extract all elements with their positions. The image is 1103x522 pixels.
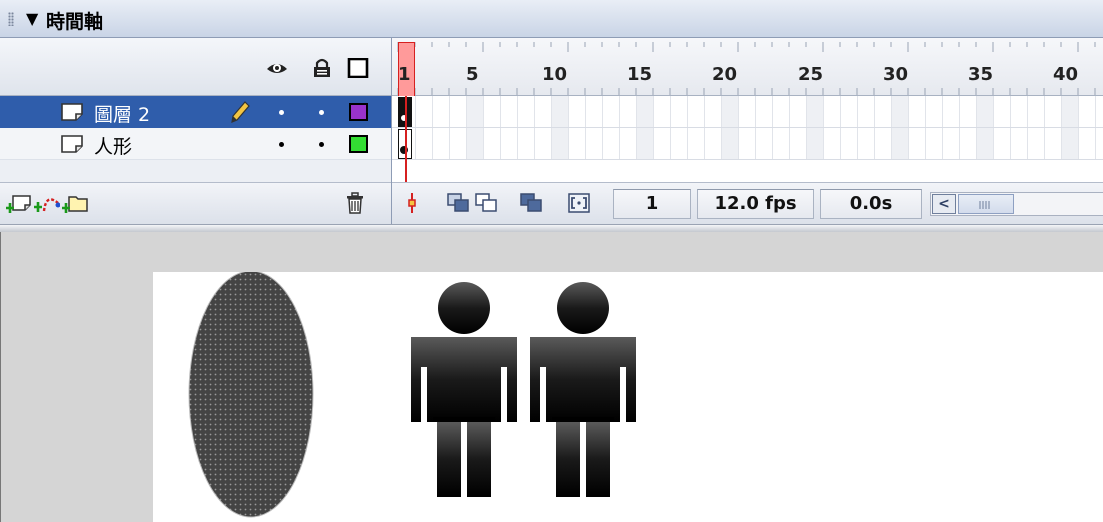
insert-layer-icon[interactable] bbox=[6, 191, 32, 215]
person-figure[interactable] bbox=[530, 282, 636, 522]
layer-color-box[interactable] bbox=[349, 103, 368, 121]
frame-number-10: 10 bbox=[542, 64, 568, 85]
visibility-dot[interactable] bbox=[279, 142, 284, 147]
frame-number-20: 20 bbox=[712, 64, 738, 85]
layer-color-box[interactable] bbox=[349, 135, 368, 153]
add-motion-guide-icon[interactable] bbox=[34, 191, 60, 215]
frame-rate-display[interactable]: 12.0 fps bbox=[697, 189, 814, 219]
frame-cells[interactable] bbox=[392, 96, 1103, 160]
delete-layer-icon[interactable] bbox=[342, 191, 368, 215]
timeline-frames-panel: 1 5 10 15 20 25 30 35 40 1 12.0 fps 0.0s… bbox=[391, 38, 1103, 224]
layer-header-row bbox=[0, 38, 391, 96]
playhead-line bbox=[405, 96, 407, 182]
stage-canvas[interactable] bbox=[153, 272, 1103, 522]
outline-icon[interactable] bbox=[347, 58, 369, 78]
modify-onion-markers-icon[interactable] bbox=[567, 192, 591, 214]
frame-number-5: 5 bbox=[466, 64, 479, 85]
lock-dot[interactable] bbox=[319, 142, 324, 147]
lock-dot[interactable] bbox=[319, 110, 324, 115]
layer-icon bbox=[61, 103, 83, 121]
visibility-dot[interactable] bbox=[279, 110, 284, 115]
panel-grip-handle[interactable] bbox=[8, 12, 14, 26]
stage-artwork bbox=[188, 272, 636, 522]
frame-ruler[interactable]: 1 5 10 15 20 25 30 35 40 bbox=[392, 38, 1103, 96]
panel-separator[interactable] bbox=[0, 224, 1103, 232]
timeline-status-bar: 1 12.0 fps 0.0s < bbox=[392, 182, 1103, 224]
timeline-horizontal-scrollbar[interactable]: < bbox=[930, 192, 1103, 216]
frame-grid[interactable] bbox=[392, 96, 1103, 160]
center-frame-icon[interactable] bbox=[400, 192, 424, 214]
stage-workspace bbox=[0, 232, 1103, 522]
timeline-panel-titlebar[interactable]: ▼ 時間軸 bbox=[0, 0, 1103, 38]
panel-title: 時間軸 bbox=[46, 11, 104, 33]
layer-list-empty-area bbox=[0, 160, 391, 182]
layer-row-layer2[interactable]: 圖層 2 bbox=[0, 96, 391, 128]
eye-icon[interactable] bbox=[266, 58, 288, 78]
layer-name[interactable]: 圖層 2 bbox=[94, 100, 150, 127]
elapsed-time-display: 0.0s bbox=[820, 189, 922, 219]
scroll-grip bbox=[979, 201, 990, 209]
ruler-ticks bbox=[397, 42, 1096, 95]
scroll-thumb[interactable] bbox=[958, 194, 1014, 214]
scroll-left-arrow[interactable]: < bbox=[932, 194, 956, 214]
frame-number-1: 1 bbox=[398, 64, 411, 85]
frame-number-25: 25 bbox=[798, 64, 824, 85]
frame-number-15: 15 bbox=[627, 64, 653, 85]
edit-multiple-frames-icon[interactable] bbox=[519, 192, 543, 214]
onion-skin-outlines-icon[interactable] bbox=[474, 192, 498, 214]
frame-number-35: 35 bbox=[968, 64, 994, 85]
layer-row-person[interactable]: 人形 bbox=[0, 128, 391, 160]
layers-panel: 圖層 2 人形 bbox=[0, 38, 391, 224]
frame-number-40: 40 bbox=[1053, 64, 1079, 85]
pencil-icon bbox=[231, 101, 250, 123]
frame-empty-area bbox=[392, 160, 1103, 182]
layer-toolbar bbox=[0, 182, 391, 224]
dotted-oval[interactable] bbox=[188, 272, 314, 518]
layer-name[interactable]: 人形 bbox=[94, 132, 132, 159]
collapse-arrow-icon[interactable]: ▼ bbox=[26, 9, 38, 28]
insert-layer-folder-icon[interactable] bbox=[62, 191, 88, 215]
onion-skin-icon[interactable] bbox=[446, 192, 470, 214]
layer-icon bbox=[61, 135, 83, 153]
lock-icon[interactable] bbox=[311, 58, 333, 78]
current-frame-display: 1 bbox=[613, 189, 691, 219]
person-figure[interactable] bbox=[411, 282, 517, 522]
frame-number-30: 30 bbox=[883, 64, 909, 85]
